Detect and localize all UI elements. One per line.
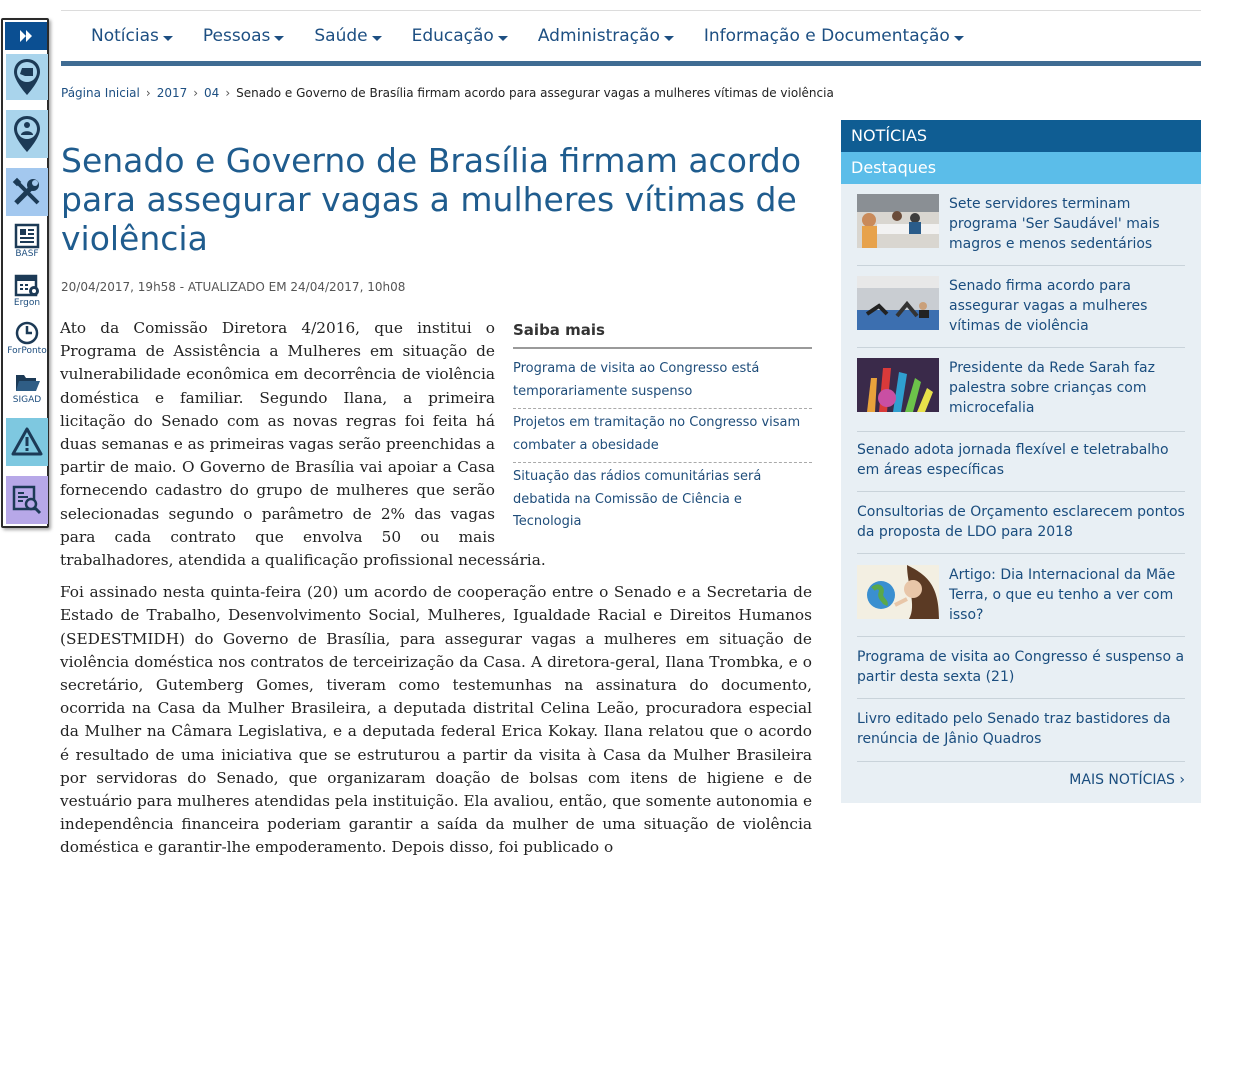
saiba-mais-title: Saiba mais [513, 319, 812, 350]
saiba-mais-link[interactable]: Situação das rádios comunitárias será de… [513, 463, 812, 539]
warning-icon [11, 427, 43, 456]
news-item[interactable]: Programa de visita ao Congresso é suspen… [857, 647, 1185, 699]
caret-down-icon [953, 35, 964, 41]
breadcrumb-month[interactable]: 04 [204, 86, 219, 100]
news-item-text: Consultorias de Orçamento esclarecem pon… [857, 504, 1185, 540]
nav-administracao[interactable]: Administração [538, 22, 674, 50]
tool-button-2[interactable] [6, 110, 48, 158]
document-search-icon [12, 485, 42, 515]
tool-label-forponto: ForPonto [7, 346, 47, 356]
calendar-gear-icon [14, 274, 39, 297]
floating-toolbar: BASF Ergon ForPonto SIGAD [1, 18, 49, 528]
news-item[interactable]: Consultorias de Orçamento esclarecem pon… [857, 502, 1185, 554]
nav-educacao[interactable]: Educação [412, 22, 508, 50]
nav-informacao-documentacao[interactable]: Informação e Documentação [704, 22, 964, 50]
news-item[interactable]: Senado adota jornada flexível e teletrab… [857, 440, 1185, 492]
news-item[interactable]: Livro editado pelo Senado traz bastidore… [857, 709, 1185, 762]
news-thumbnail [857, 565, 939, 619]
breadcrumb-home[interactable]: Página Inicial [61, 86, 140, 100]
article-title: Senado e Governo de Brasília firmam acor… [61, 141, 802, 258]
map-pin-person-icon [14, 116, 40, 152]
article-date: 20/04/2017, 19h58 - ATUALIZADO EM 24/04/… [61, 280, 406, 294]
tool-button-1[interactable] [6, 54, 48, 100]
caret-down-icon [162, 35, 173, 41]
nav-saude[interactable]: Saúde [314, 22, 382, 50]
tool-button-basf[interactable]: BASF [6, 220, 48, 264]
news-sidebar: NOTÍCIAS Destaques Sete servidores termi… [841, 120, 1201, 803]
saiba-mais-link[interactable]: Projetos em tramitação no Congresso visa… [513, 409, 812, 464]
news-item[interactable]: Artigo: Dia Internacional da Mãe Terra, … [857, 565, 1185, 637]
clock-icon [15, 321, 39, 345]
breadcrumb-separator: › [193, 86, 199, 100]
news-item-text: Artigo: Dia Internacional da Mãe Terra, … [949, 567, 1176, 623]
tool-button-alert[interactable] [6, 418, 48, 466]
saiba-mais-box: Saiba mais Programa de visita ao Congres… [513, 317, 812, 539]
main-nav: Notícias Pessoas Saúde Educação Administ… [61, 22, 994, 50]
top-divider [61, 10, 1201, 11]
article-body: Saiba mais Programa de visita ao Congres… [60, 317, 812, 869]
more-news-link[interactable]: MAIS NOTÍCIAS › [1069, 772, 1185, 788]
tool-button-3[interactable] [6, 168, 48, 216]
tool-button-search-docs[interactable] [6, 476, 48, 524]
sidebar-header: NOTÍCIAS [841, 120, 1201, 152]
tool-button-ergon[interactable]: Ergon [6, 269, 48, 313]
news-item[interactable]: Sete servidores terminam programa 'Ser S… [857, 194, 1185, 266]
news-item-text: Livro editado pelo Senado traz bastidore… [857, 711, 1171, 747]
news-item-text: Programa de visita ao Congresso é suspen… [857, 649, 1185, 685]
breadcrumb-year[interactable]: 2017 [157, 86, 188, 100]
newspaper-icon [14, 223, 40, 249]
collapse-toolbar-button[interactable] [5, 22, 47, 50]
tool-label-ergon: Ergon [13, 298, 41, 308]
nav-underline-bar [61, 61, 1201, 66]
news-item[interactable]: Presidente da Rede Sarah faz palestra so… [857, 358, 1185, 432]
news-thumbnail [857, 358, 939, 412]
tool-label-basf: BASF [15, 249, 39, 259]
tool-button-sigad[interactable]: SIGAD [6, 366, 48, 410]
news-item-text: Senado adota jornada flexível e teletrab… [857, 442, 1169, 478]
caret-down-icon [497, 35, 508, 41]
breadcrumb-separator: › [145, 86, 151, 100]
news-item[interactable]: Senado firma acordo para assegurar vagas… [857, 276, 1185, 348]
double-chevron-right-icon [20, 30, 32, 42]
article-paragraph: Foi assinado nesta quinta-feira (20) um … [60, 583, 812, 857]
breadcrumb: Página Inicial › 2017 › 04 › Senado e Go… [61, 86, 834, 100]
caret-down-icon [663, 35, 674, 41]
tool-label-sigad: SIGAD [12, 395, 42, 405]
news-item-text: Presidente da Rede Sarah faz palestra so… [949, 360, 1155, 416]
news-thumbnail [857, 276, 939, 330]
saiba-mais-link[interactable]: Programa de visita ao Congresso está tem… [513, 355, 812, 410]
nav-noticias[interactable]: Notícias [91, 22, 173, 50]
tool-button-forponto[interactable]: ForPonto [6, 317, 48, 361]
breadcrumb-separator: › [225, 86, 231, 100]
folder-open-icon [16, 375, 40, 391]
news-item-text: Senado firma acordo para assegurar vagas… [949, 278, 1148, 334]
breadcrumb-current: Senado e Governo de Brasília firmam acor… [236, 86, 834, 100]
tools-icon [12, 177, 40, 205]
sidebar-subheader: Destaques [841, 152, 1201, 184]
caret-down-icon [274, 35, 285, 41]
nav-pessoas[interactable]: Pessoas [203, 22, 285, 50]
map-pin-chat-icon [14, 59, 40, 95]
news-thumbnail [857, 194, 939, 248]
news-item-text: Sete servidores terminam programa 'Ser S… [949, 196, 1160, 252]
caret-down-icon [371, 35, 382, 41]
